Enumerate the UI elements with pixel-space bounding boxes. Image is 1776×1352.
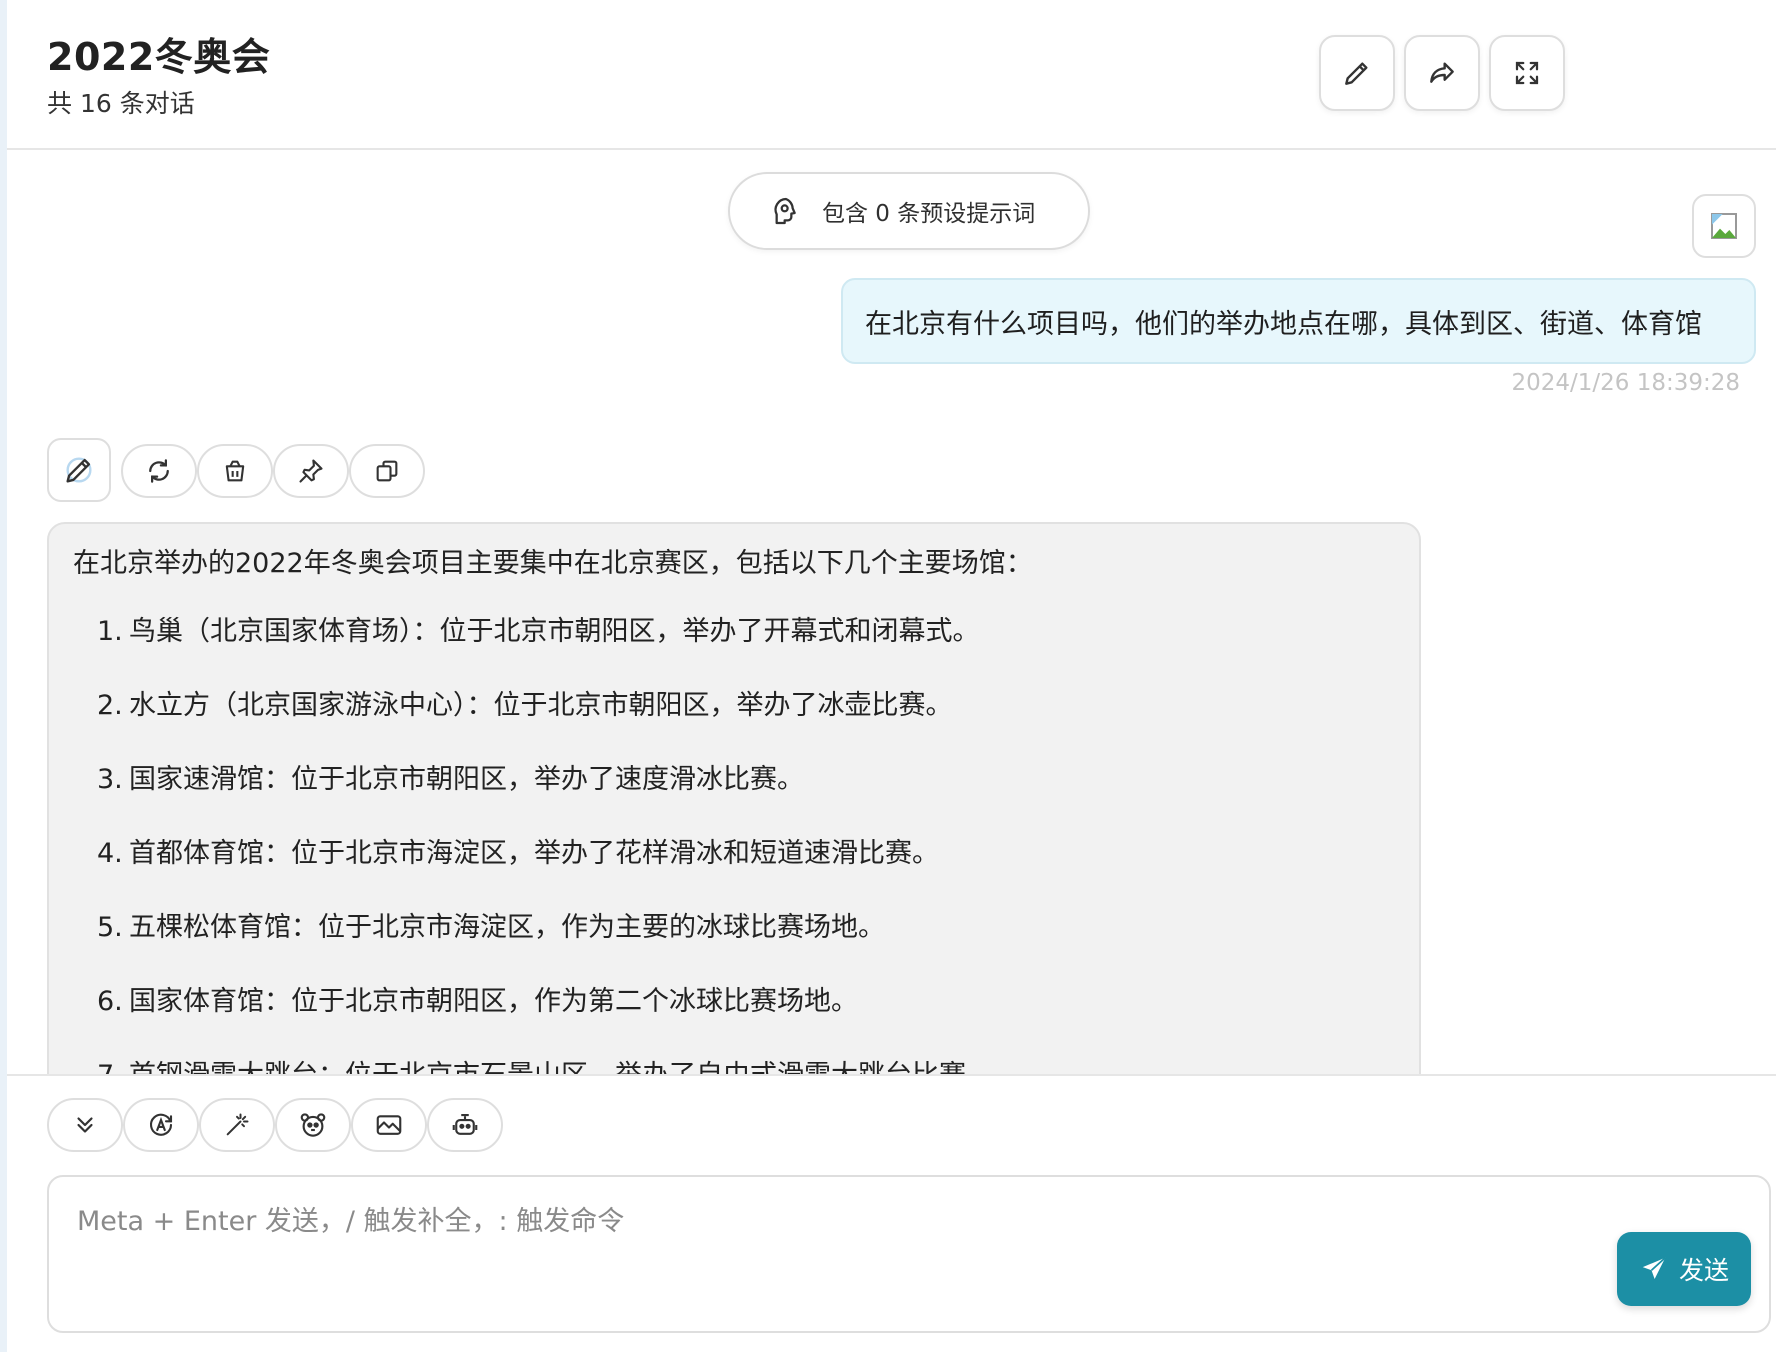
ai-message-intro: 在北京举办的2022年冬奥会项目主要集中在北京赛区，包括以下几个主要场馆： (73, 548, 1033, 579)
list-item: 1. 鸟巢（北京国家体育场）：位于北京市朝阳区，举办了开幕式和闭幕式。 (97, 616, 980, 647)
theme-button[interactable] (123, 1098, 199, 1152)
magic-button[interactable] (199, 1098, 275, 1152)
scroll-to-bottom-button[interactable] (47, 1098, 123, 1152)
copy-icon (373, 457, 401, 485)
delete-icon (221, 457, 249, 485)
conversation-count: 共 16 条对话 (47, 89, 195, 118)
chat-composer: 发送 (7, 1074, 1776, 1352)
list-item: 4. 首都体育馆：位于北京市海淀区，举办了花样滑冰和短道速滑比赛。 (97, 838, 939, 869)
pin-button[interactable] (273, 444, 349, 498)
chat-body[interactable]: 包含 0 条预设提示词 在北京有什么项目吗，他们的举办地点在哪，具体到区、街道、… (7, 152, 1776, 1074)
share-icon (1426, 57, 1458, 89)
preset-prompts-label: 包含 0 条预设提示词 (822, 201, 1036, 227)
robot-button[interactable] (427, 1098, 503, 1152)
delete-button[interactable] (197, 444, 273, 498)
list-item: 7.首钢滑雪大跳台：位于北京市石景山区，举办了自由式滑雪大跳台比赛。 (97, 1058, 1395, 1074)
list-item: 2. 水立方（北京国家游泳中心）：位于北京市朝阳区，举办了冰壶比赛。 (97, 690, 953, 721)
send-button-label: 发送 (1678, 1256, 1729, 1285)
user-message-time: 2024/1/26 18:39:28 (1511, 370, 1740, 396)
image-icon (374, 1110, 404, 1140)
theme-icon (146, 1110, 176, 1140)
chat-title[interactable]: 2022冬奥会 (47, 26, 270, 81)
edit-icon (1341, 57, 1373, 89)
send-icon (1639, 1254, 1669, 1284)
chat-input[interactable] (47, 1175, 1771, 1333)
user-avatar (1692, 194, 1756, 258)
share-button[interactable] (1404, 35, 1480, 111)
user-message: 在北京有什么项目吗，他们的举办地点在哪，具体到区、街道、体育馆 (841, 278, 1756, 364)
chat-header: 2022冬奥会 共 16 条对话 (7, 0, 1776, 150)
preset-prompts-button[interactable]: 包含 0 条预设提示词 (728, 172, 1090, 250)
ai-message: 在北京举办的2022年冬奥会项目主要集中在北京赛区，包括以下几个主要场馆： 1.… (47, 522, 1421, 1074)
image-button[interactable] (351, 1098, 427, 1152)
mask-button[interactable] (275, 1098, 351, 1152)
fullscreen-button[interactable] (1489, 35, 1565, 111)
brain-icon (770, 195, 802, 227)
pin-icon (297, 457, 325, 485)
edit-icon (62, 453, 96, 487)
scroll-down-icon (72, 1112, 98, 1138)
send-button[interactable]: 发送 (1617, 1232, 1751, 1306)
magic-wand-icon (223, 1111, 251, 1139)
fullscreen-icon (1512, 58, 1542, 88)
mask-icon (298, 1110, 328, 1140)
left-rail (0, 0, 7, 1352)
rename-button[interactable] (1319, 35, 1395, 111)
retry-button[interactable] (121, 444, 197, 498)
refresh-icon (144, 456, 174, 486)
broken-image-icon (1708, 210, 1740, 242)
list-item: 6. 国家体育馆：位于北京市朝阳区，作为第二个冰球比赛场地。 (97, 986, 858, 1017)
list-item: 3. 国家速滑馆：位于北京市朝阳区，举办了速度滑冰比赛。 (97, 764, 804, 795)
copy-button[interactable] (349, 444, 425, 498)
venue-list: 1. 鸟巢（北京国家体育场）：位于北京市朝阳区，举办了开幕式和闭幕式。 2. 水立方… (73, 614, 1395, 1074)
robot-icon (450, 1110, 480, 1140)
ai-avatar[interactable] (47, 438, 111, 502)
list-item: 5. 五棵松体育馆：位于北京市海淀区，作为主要的冰球比赛场地。 (97, 912, 885, 943)
